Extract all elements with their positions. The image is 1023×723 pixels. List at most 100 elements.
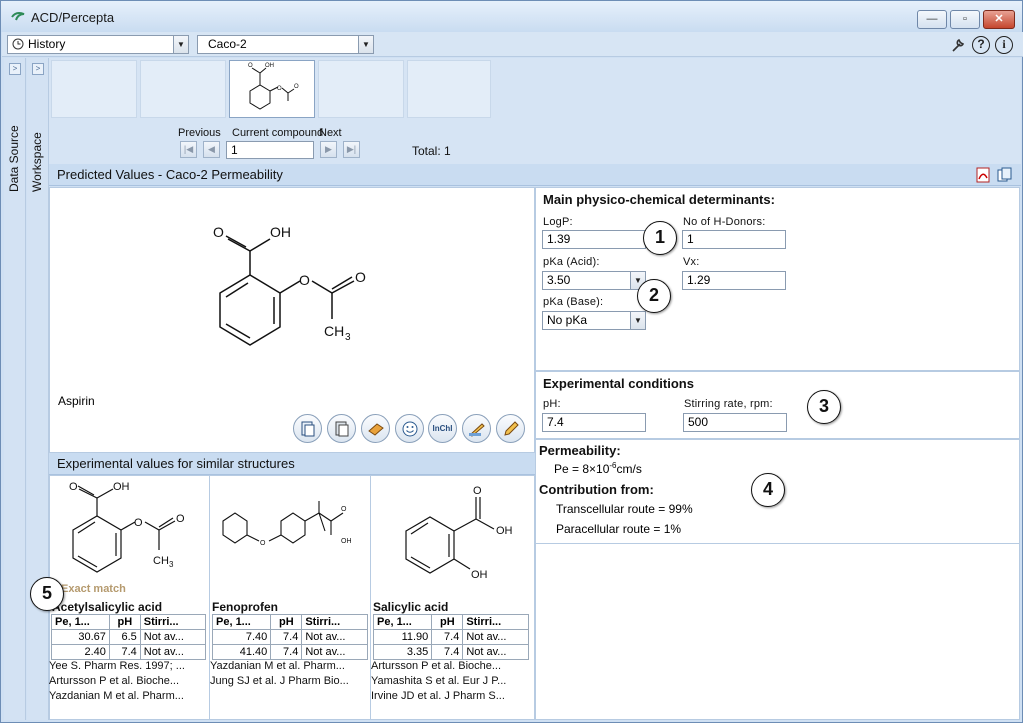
book-icon[interactable] — [361, 414, 390, 443]
acetylsalicylic-acid-structure: O OH O O CH 3 — [69, 481, 185, 573]
chevron-down-icon[interactable]: ▼ — [630, 312, 645, 329]
column-header[interactable]: Stirri... — [301, 614, 368, 630]
similar-data-table: Pe, 1... pH Stirri... 30.67 6.5 Not av... 2.… — [51, 614, 207, 660]
similar-structures-header: Experimental values for similar structur… — [49, 453, 535, 475]
reference-link[interactable]: Artursson P et al. Bioche... — [49, 675, 209, 687]
table-row[interactable]: 11.90 7.4 Not av... — [372, 629, 529, 645]
logp-field[interactable]: 1.39 — [542, 230, 646, 249]
contribution-header: Contribution from: — [539, 482, 654, 497]
module-value: Caco-2 — [208, 37, 247, 51]
current-compound-thumbnail[interactable]: O OH O O — [229, 60, 315, 118]
table-cell: Not av... — [301, 644, 368, 660]
ph-field[interactable]: 7.4 — [542, 413, 646, 432]
table-row[interactable]: 3.35 7.4 Not av... — [372, 644, 529, 660]
fenoprofen-structure: O O OH — [222, 501, 352, 547]
smiley-icon[interactable] — [395, 414, 424, 443]
permeability-header: Permeability: — [539, 443, 621, 458]
previous-label: Previous — [178, 127, 221, 139]
column-header[interactable]: pH — [431, 614, 464, 630]
workspace-tab[interactable]: > Workspace — [27, 58, 49, 720]
reference-link[interactable]: Yazdanian M et al. Pharm... — [210, 660, 370, 672]
inchi-button[interactable]: InChI — [428, 414, 457, 443]
svg-text:O: O — [134, 517, 143, 529]
copy-icon[interactable] — [293, 414, 322, 443]
thumbnail-slot — [407, 60, 491, 118]
last-record-button[interactable]: ▶| — [343, 141, 360, 158]
pka-acid-dropdown[interactable]: 3.50 ▼ — [542, 271, 646, 290]
expand-icon[interactable]: > — [32, 63, 44, 75]
column-header[interactable]: pH — [108, 614, 141, 630]
column-header[interactable]: Stirri... — [462, 614, 529, 630]
table-cell: Not av... — [462, 644, 529, 660]
table-header-row: Pe, 1... pH Stirri... — [51, 614, 207, 630]
table-header-row: Pe, 1... pH Stirri... — [211, 614, 368, 630]
svg-text:CH: CH — [324, 323, 344, 339]
first-record-button[interactable]: |◀ — [180, 141, 197, 158]
expand-icon[interactable]: > — [9, 63, 21, 75]
table-row[interactable]: 41.40 7.4 Not av... — [211, 644, 368, 660]
reference-link[interactable]: Jung SJ et al. J Pharm Bio... — [210, 675, 370, 687]
table-row[interactable]: 2.40 7.4 Not av... — [51, 644, 207, 660]
logp-label: LogP: — [543, 216, 573, 228]
pka-base-dropdown[interactable]: No pKa ▼ — [542, 311, 646, 330]
svg-text:O: O — [213, 224, 224, 240]
table-cell: 41.40 — [211, 644, 272, 660]
data-source-tab[interactable]: > Data Source — [4, 58, 26, 720]
table-row[interactable]: 30.67 6.5 Not av... — [51, 629, 207, 645]
table-row[interactable]: 7.40 7.4 Not av... — [211, 629, 368, 645]
column-header[interactable]: Stirri... — [139, 614, 207, 630]
maximize-button[interactable]: ▫ — [950, 10, 980, 29]
chevron-down-icon[interactable]: ▼ — [358, 36, 373, 53]
vx-label: Vx: — [683, 256, 700, 268]
history-dropdown[interactable]: History ▼ — [7, 35, 189, 54]
column-header[interactable]: pH — [270, 614, 303, 630]
similar-data-table: Pe, 1... pH Stirri... 11.90 7.4 Not av... 3.… — [372, 614, 529, 660]
column-header[interactable]: Pe, 1... — [51, 614, 110, 630]
app-window: ACD/Percepta — ▫ ✕ History ▼ Caco-2 ▼ ? … — [0, 0, 1023, 723]
wrench-icon[interactable] — [949, 36, 967, 54]
paste-icon[interactable] — [327, 414, 356, 443]
module-dropdown[interactable]: Caco-2 ▼ — [197, 35, 374, 54]
column-header[interactable]: Pe, 1... — [372, 614, 433, 630]
table-cell: 6.5 — [108, 629, 141, 645]
callout-1: 1 — [643, 221, 677, 255]
pdf-export-icon[interactable] — [976, 167, 990, 183]
column-header[interactable]: Pe, 1... — [211, 614, 272, 630]
empty-result-area — [535, 544, 1020, 720]
current-compound-input[interactable]: 1 — [226, 141, 314, 159]
info-icon[interactable]: i — [995, 36, 1013, 54]
copy-report-icon[interactable] — [997, 167, 1013, 183]
determinants-panel: Main physico-chemical determinants: LogP… — [535, 187, 1020, 371]
reference-link[interactable]: Irvine JD et al. J Pharm S... — [371, 690, 533, 702]
reference-link[interactable]: Yee S. Pharm Res. 1997; ... — [49, 660, 209, 672]
close-button[interactable]: ✕ — [983, 10, 1015, 29]
paracellular-value: Paracellular route = 1% — [556, 522, 682, 536]
edit-structure-icon[interactable] — [462, 414, 491, 443]
pka-base-value: No pKa — [547, 313, 588, 327]
vx-field[interactable]: 1.29 — [682, 271, 786, 290]
help-icon[interactable]: ? — [972, 36, 990, 54]
pencil-icon[interactable] — [496, 414, 525, 443]
reference-link[interactable]: Yamashita S et al. Eur J P... — [371, 675, 533, 687]
workspace-label: Workspace — [30, 132, 44, 192]
predicted-values-header: Predicted Values - Caco-2 Permeability — [49, 164, 1021, 186]
minimize-button[interactable]: — — [917, 10, 947, 29]
reference-link[interactable]: Artursson P et al. Bioche... — [371, 660, 533, 672]
window-title: ACD/Percepta — [31, 10, 115, 25]
chevron-down-icon[interactable]: ▼ — [173, 36, 188, 53]
hdonors-field[interactable]: 1 — [682, 230, 786, 249]
table-cell: 7.4 — [431, 629, 464, 645]
table-cell: Not av... — [301, 629, 368, 645]
table-cell: 7.4 — [270, 644, 303, 660]
stirring-field[interactable]: 500 — [683, 413, 787, 432]
next-label: Next — [319, 127, 342, 139]
previous-record-button[interactable]: ◀ — [203, 141, 220, 158]
table-header-row: Pe, 1... pH Stirri... — [372, 614, 529, 630]
svg-text:CH: CH — [153, 555, 169, 567]
similar-compound-name: Fenoprofen — [212, 600, 278, 614]
svg-text:O: O — [299, 272, 310, 288]
aspirin-thumbnail: O OH O O — [248, 63, 299, 110]
next-record-button[interactable]: ▶ — [320, 141, 337, 158]
exact-match-label: Exact match — [61, 583, 126, 595]
reference-link[interactable]: Yazdanian M et al. Pharm... — [49, 690, 209, 702]
